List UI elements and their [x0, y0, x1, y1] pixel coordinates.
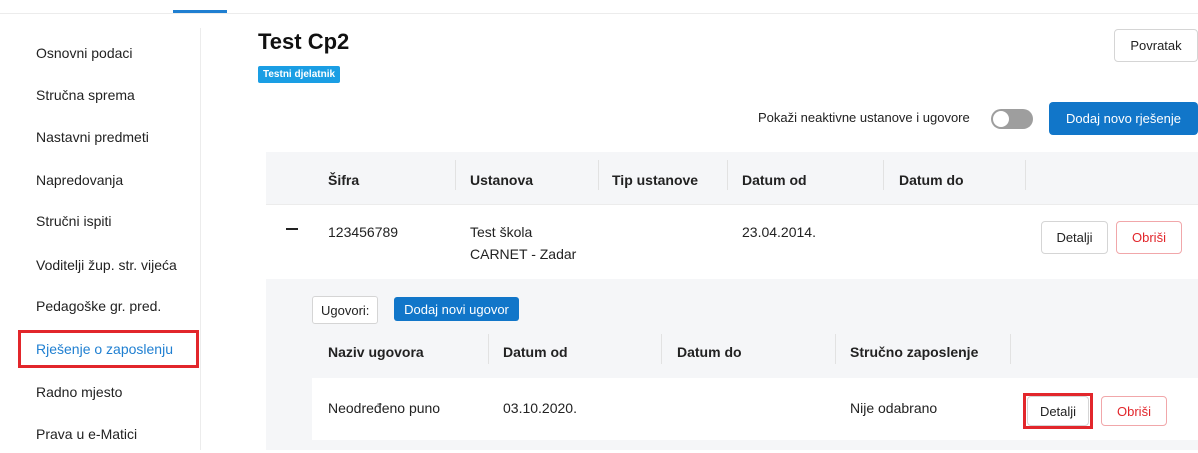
sidebar-item-label: Prava u e-Matici — [36, 426, 138, 442]
sidebar-item-voditelji[interactable]: Voditelji žup. str. vijeća — [18, 246, 198, 284]
sidebar-item-osnovni-podaci[interactable]: Osnovni podaci — [18, 34, 198, 72]
column-divider — [1025, 160, 1026, 190]
sidebar-item-label: Napredovanja — [36, 172, 124, 188]
cell-datum-od: 23.04.2014. — [742, 224, 816, 240]
contract-delete-button[interactable]: Obriši — [1101, 396, 1167, 426]
column-header-naziv-ugovora: Naziv ugovora — [328, 344, 424, 360]
toggle-label: Pokaži neaktivne ustanove i ugovore — [758, 110, 970, 125]
decision-delete-button[interactable]: Obriši — [1116, 221, 1182, 254]
sidebar-item-label: Pedagoške gr. pred. — [36, 298, 162, 314]
minus-icon — [286, 228, 298, 230]
column-divider — [661, 334, 662, 364]
column-divider — [835, 334, 836, 364]
details-label: Detalji — [1056, 230, 1093, 245]
column-header-contract-datum-do: Datum do — [677, 344, 742, 360]
column-header-tip-ustanove: Tip ustanove — [612, 172, 699, 188]
sidebar-item-label: Nastavni predmeti — [36, 129, 149, 145]
toggle-knob — [993, 111, 1009, 127]
cell-sifra: 123456789 — [328, 224, 399, 240]
sidebar: Osnovni podaci Stručna sprema Nastavni p… — [0, 28, 201, 450]
add-decision-button[interactable]: Dodaj novo rješenje — [1049, 102, 1198, 135]
column-header-sifra: Šifra — [328, 172, 360, 188]
column-divider — [455, 160, 456, 190]
sidebar-item-prava-u-ematici[interactable]: Prava u e-Matici — [18, 415, 198, 453]
sidebar-item-nastavni-predmeti[interactable]: Nastavni predmeti — [18, 118, 198, 156]
top-divider — [0, 13, 1198, 14]
cell-naziv-ugovora: Neodređeno puno — [328, 400, 441, 416]
back-button[interactable]: Povratak — [1114, 29, 1198, 62]
column-header-datum-od: Datum od — [742, 172, 807, 188]
column-header-contract-datum-od: Datum od — [503, 344, 568, 360]
back-button-label: Povratak — [1130, 38, 1182, 53]
column-header-strucno-zaposlenje: Stručno zaposlenje — [850, 344, 979, 360]
decision-details-button[interactable]: Detalji — [1041, 221, 1108, 254]
column-header-datum-do: Datum do — [899, 172, 964, 188]
cell-ustanova-city: CARNET - Zadar — [470, 246, 577, 262]
delete-label: Obriši — [1117, 403, 1151, 419]
highlight-box — [1023, 393, 1093, 429]
add-contract-label: Dodaj novi ugovor — [404, 301, 509, 317]
column-divider — [488, 334, 489, 364]
sidebar-item-pedagoske-grupe[interactable]: Pedagoške gr. pred. — [18, 287, 198, 325]
sidebar-item-label: Stručna sprema — [36, 87, 135, 103]
add-contract-button[interactable]: Dodaj novi ugovor — [394, 297, 519, 321]
sidebar-item-rjesenje-o-zaposlenju[interactable]: Rješenje o zaposlenju — [18, 330, 199, 368]
sidebar-item-label: Rješenje o zaposlenju — [36, 341, 173, 357]
cell-ustanova-name: Test škola — [470, 224, 533, 240]
column-header-ustanova: Ustanova — [470, 172, 534, 188]
sidebar-item-radno-mjesto[interactable]: Radno mjesto — [18, 373, 198, 411]
column-divider — [598, 160, 599, 190]
contracts-label: Ugovori: — [312, 296, 379, 324]
sidebar-item-label: Radno mjesto — [36, 384, 123, 400]
sidebar-item-napredovanja[interactable]: Napredovanja — [18, 161, 198, 199]
add-decision-label: Dodaj novo rješenje — [1066, 111, 1181, 126]
sidebar-item-strucni-ispiti[interactable]: Stručni ispiti — [18, 202, 198, 240]
sidebar-item-label: Osnovni podaci — [36, 45, 133, 61]
sidebar-item-strucna-sprema[interactable]: Stručna sprema — [18, 76, 198, 114]
column-divider — [883, 160, 884, 190]
page-title: Test Cp2 — [258, 29, 350, 54]
sidebar-item-label: Voditelji žup. str. vijeća — [36, 257, 177, 273]
column-divider — [727, 160, 728, 190]
cell-contract-datum-od: 03.10.2020. — [503, 400, 577, 416]
cell-strucno-zaposlenje: Nije odabrano — [850, 400, 938, 416]
sidebar-item-label: Stručni ispiti — [36, 213, 112, 229]
column-divider — [1010, 334, 1011, 364]
delete-label: Obriši — [1132, 230, 1166, 245]
status-badge: Testni djelatnik — [258, 66, 341, 83]
show-inactive-toggle[interactable] — [991, 109, 1033, 129]
